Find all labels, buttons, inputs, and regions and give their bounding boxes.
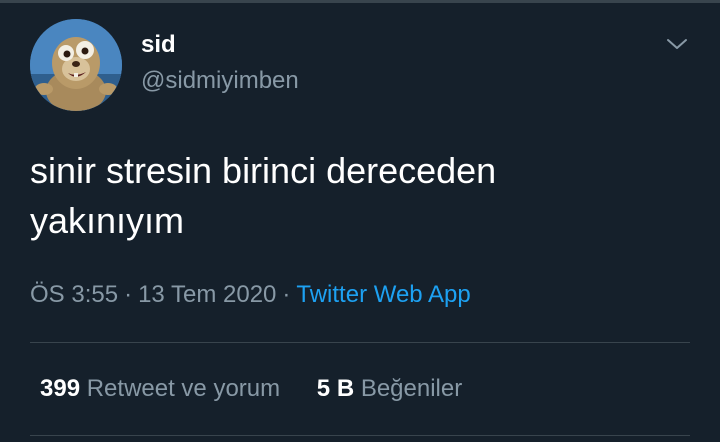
tweet-stats: 399 Retweet ve yorum 5 B Beğeniler xyxy=(40,373,462,405)
tweet-text-line: yakınıyım xyxy=(30,200,185,241)
divider xyxy=(30,435,690,436)
avatar[interactable] xyxy=(30,19,122,111)
likes-stat[interactable]: 5 B Beğeniler xyxy=(317,373,462,405)
tweet-source-link[interactable]: Twitter Web App xyxy=(296,281,470,308)
retweets-label: Retweet ve yorum xyxy=(86,375,281,402)
likes-count: 5 B xyxy=(316,375,355,402)
meta-separator: · xyxy=(282,281,291,308)
divider xyxy=(30,342,690,343)
sloth-avatar-icon xyxy=(30,19,122,111)
tweet-meta: ÖS 3:55 · 13 Tem 2020 · Twitter Web App xyxy=(30,279,471,311)
retweets-count: 399 xyxy=(40,375,81,402)
likes-label: Beğeniler xyxy=(360,375,463,402)
tweet-time[interactable]: ÖS 3:55 xyxy=(30,281,118,308)
tweet-detail: sid @sidmiyimben sinir stresin birinci d… xyxy=(0,0,720,442)
chevron-down-icon[interactable] xyxy=(663,30,691,58)
meta-separator: · xyxy=(124,281,133,308)
tweet-date[interactable]: 13 Tem 2020 xyxy=(138,281,276,308)
retweets-stat[interactable]: 399 Retweet ve yorum xyxy=(40,373,280,405)
display-name[interactable]: sid xyxy=(141,31,176,59)
tweet-text-line: sinir stresin birinci dereceden xyxy=(30,150,497,191)
user-handle[interactable]: @sidmiyimben xyxy=(141,67,299,95)
tweet-text: sinir stresin birinci dereceden yakınıyı… xyxy=(30,146,690,246)
